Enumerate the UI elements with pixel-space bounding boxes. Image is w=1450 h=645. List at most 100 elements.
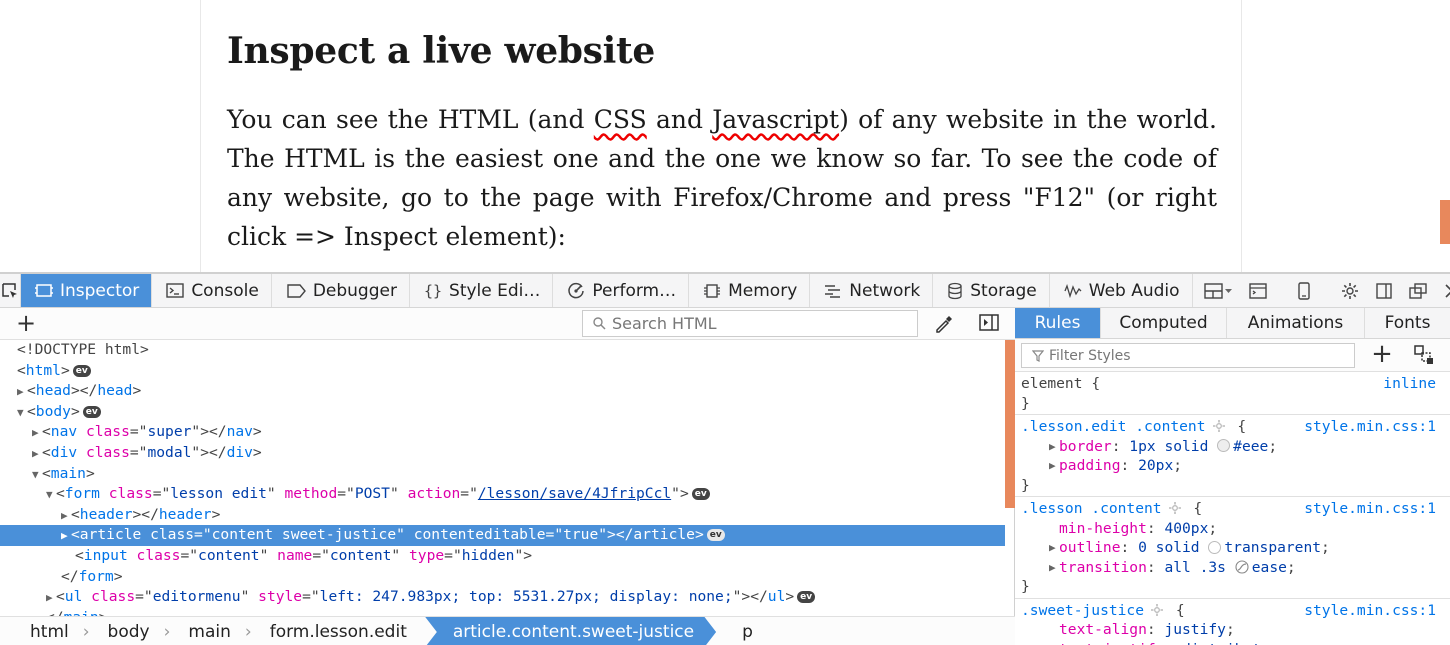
expand-arrow-icon[interactable]: ▶: [1049, 437, 1059, 457]
expand-arrow-icon[interactable]: ▶: [61, 506, 71, 527]
tab-label: Console: [191, 280, 259, 301]
expand-arrow-icon[interactable]: ▶: [61, 526, 71, 547]
tab-performance[interactable]: Perform…: [553, 274, 690, 307]
ul-node[interactable]: ▶ <ul class="editormenu" style="left: 247…: [0, 587, 1005, 608]
add-rule-button[interactable]: +: [1369, 341, 1395, 367]
collapse-arrow-icon[interactable]: ▼: [46, 485, 56, 506]
event-badge[interactable]: ev: [797, 591, 816, 604]
css-declaration[interactable]: ▶ transition: all .3s ease;: [1021, 558, 1444, 578]
sidebar-toggle-icon: [979, 314, 999, 331]
css-rule[interactable]: .sweet-justice {style.min.css:1 text-ali…: [1015, 599, 1450, 645]
css-declaration[interactable]: ▶ outline: 0 solid transparent;: [1021, 538, 1444, 558]
tab-storage[interactable]: Storage: [933, 274, 1050, 307]
breadcrumb-item-body[interactable]: body: [90, 617, 164, 645]
settings-button[interactable]: [1333, 274, 1367, 308]
rule-source-link[interactable]: style.min.css:1: [1304, 499, 1436, 519]
breadcrumb-item-p[interactable]: p: [716, 617, 767, 645]
css-declaration[interactable]: ▶ border: 1px solid #eee;: [1021, 437, 1444, 457]
breadcrumb-item-form[interactable]: form.lesson.edit: [252, 617, 421, 645]
gear-icon[interactable]: [1168, 501, 1182, 515]
toggle-sidebar-button[interactable]: [978, 312, 1002, 336]
add-node-button[interactable]: +: [14, 311, 38, 336]
gear-icon[interactable]: [1212, 419, 1226, 433]
tab-animations[interactable]: Animations: [1227, 308, 1365, 338]
rule-source-link[interactable]: style.min.css:1: [1304, 601, 1436, 621]
property-name: padding: [1059, 457, 1121, 474]
header-node[interactable]: ▶ <header></header>: [0, 505, 1005, 526]
tab-style-editor[interactable]: {} Style Edi…: [410, 274, 554, 307]
eyedropper-button[interactable]: [933, 312, 957, 336]
input-node[interactable]: <input class="content" name="content" ty…: [0, 546, 1005, 567]
tab-debugger[interactable]: Debugger: [272, 274, 410, 307]
tag-name: head: [35, 382, 71, 400]
event-badge[interactable]: ev: [706, 529, 725, 542]
event-badge[interactable]: ev: [691, 488, 710, 501]
head-node[interactable]: ▶ <head></head>: [0, 381, 1005, 402]
css-declaration[interactable]: ▶ padding: 20px;: [1021, 456, 1444, 476]
body-node[interactable]: ▼ <body> ev: [0, 402, 1005, 423]
filter-styles-input[interactable]: Filter Styles: [1021, 343, 1355, 368]
color-swatch[interactable]: [1208, 540, 1222, 554]
main-close-node[interactable]: </main>: [0, 608, 1005, 616]
css-declaration[interactable]: text-align: justify;: [1021, 620, 1444, 640]
search-html-input[interactable]: Search HTML: [582, 310, 918, 337]
toggle-pseudo-classes-button[interactable]: [1413, 344, 1439, 370]
collapse-arrow-icon[interactable]: ▼: [17, 403, 27, 424]
close-devtools-button[interactable]: [1435, 274, 1450, 308]
tab-fonts[interactable]: Fonts: [1365, 308, 1450, 338]
dock-side-button[interactable]: [1367, 274, 1401, 308]
tab-rules[interactable]: Rules: [1015, 308, 1101, 338]
collapse-arrow-icon[interactable]: ▼: [32, 465, 42, 486]
expand-arrow-icon[interactable]: ▶: [32, 423, 42, 444]
div-node[interactable]: ▶ <div class="modal"></div>: [0, 443, 1005, 464]
split-console-button[interactable]: [1241, 274, 1275, 308]
nav-node[interactable]: ▶ <nav class="super"></nav>: [0, 422, 1005, 443]
expand-arrow-icon[interactable]: ▶: [1049, 456, 1059, 476]
timing-function-icon[interactable]: [1235, 559, 1249, 574]
tab-memory[interactable]: Memory: [689, 274, 811, 307]
rule-source-link[interactable]: style.min.css:1: [1304, 417, 1436, 437]
expand-arrow-icon[interactable]: ▶: [17, 382, 27, 403]
color-swatch[interactable]: [1217, 439, 1231, 452]
element-picker-button[interactable]: [0, 274, 21, 307]
gear-icon[interactable]: [1150, 603, 1164, 617]
tab-network[interactable]: Network: [810, 274, 934, 307]
expand-arrow-icon[interactable]: ▶: [46, 588, 56, 609]
expand-arrow-icon[interactable]: ▶: [1049, 558, 1059, 578]
css-rule[interactable]: .lesson.edit .content {style.min.css:1 ▶…: [1015, 415, 1450, 497]
page-paragraph[interactable]: You can see the HTML (and CSS and Javasc…: [227, 100, 1217, 256]
css-declaration[interactable]: text-justify: distribute; ⚠: [1021, 640, 1444, 645]
form-node[interactable]: ▼ <form class="lesson edit" method="POST"…: [0, 484, 1005, 505]
rule-source-link[interactable]: inline: [1383, 374, 1436, 394]
action-link[interactable]: /lesson/save/4JfripCcl: [478, 485, 671, 502]
page-scrollbar-thumb[interactable]: [1440, 200, 1450, 244]
css-rule[interactable]: .lesson .content {style.min.css:1 min-he…: [1015, 497, 1450, 599]
tab-label: Storage: [970, 280, 1037, 301]
doctype-node[interactable]: <!DOCTYPE html>: [0, 340, 1005, 361]
paragraph-text: and: [646, 105, 713, 134]
article-node-selected[interactable]: ▶ <article class="content sweet-justice" …: [0, 525, 1005, 546]
main-node[interactable]: ▼ <main>: [0, 464, 1005, 485]
css-declaration[interactable]: min-height: 400px;: [1021, 519, 1444, 539]
event-badge[interactable]: ev: [72, 364, 91, 377]
markup-scrollbar-thumb[interactable]: [1005, 340, 1015, 508]
tab-computed[interactable]: Computed: [1101, 308, 1227, 338]
expand-arrow-icon[interactable]: ▶: [1049, 538, 1059, 558]
property-value: transparent: [1224, 539, 1322, 556]
breadcrumb-item-html[interactable]: html: [0, 617, 83, 645]
breadcrumb-item-article[interactable]: article.content.sweet-justice: [425, 617, 716, 645]
breadcrumb-item-main[interactable]: main: [170, 617, 244, 645]
expand-arrow-icon[interactable]: ▶: [32, 444, 42, 465]
tab-label: Perform…: [592, 280, 677, 301]
warning-icon[interactable]: ⚠: [1287, 641, 1296, 645]
event-badge[interactable]: ev: [82, 405, 101, 418]
tab-console[interactable]: Console: [152, 274, 272, 307]
form-close-node[interactable]: </form>: [0, 567, 1005, 588]
html-node[interactable]: <html> ev: [0, 361, 1005, 382]
tab-web-audio[interactable]: Web Audio: [1050, 274, 1193, 307]
responsive-design-button[interactable]: [1275, 274, 1333, 308]
tab-inspector[interactable]: Inspector: [21, 274, 153, 307]
css-rule-element[interactable]: element {inline }: [1015, 372, 1450, 415]
dock-layout-menu-button[interactable]: [1197, 274, 1241, 308]
separate-window-button[interactable]: [1401, 274, 1435, 308]
